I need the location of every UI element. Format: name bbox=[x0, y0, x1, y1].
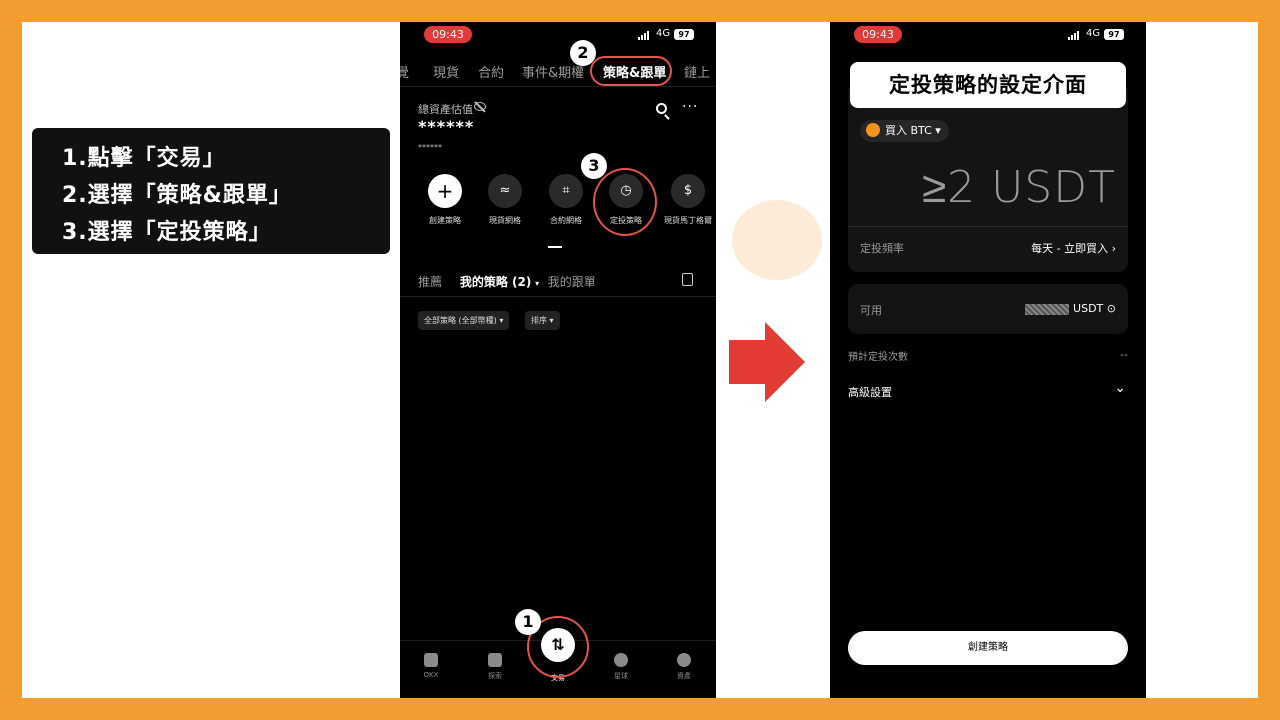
tab-discover[interactable]: 覺 bbox=[400, 62, 409, 81]
subtab-divider bbox=[400, 296, 716, 297]
chevron-down-icon: ▾ bbox=[535, 279, 542, 288]
status-bar: 09:43 4G 97 bbox=[830, 26, 1146, 46]
tab-onchain[interactable]: 鏈上 bbox=[684, 62, 710, 81]
futures-grid-icon: ⌗ bbox=[549, 174, 583, 208]
nav-explore[interactable]: 探索 bbox=[475, 653, 515, 681]
network-type: 4G bbox=[656, 28, 671, 39]
strategy-subtabs: 推薦 我的策略 (2) ▾ 我的跟單 bbox=[418, 273, 596, 290]
frequency-value: 每天 - 立即買入 bbox=[1031, 242, 1109, 255]
nav-label: 探索 bbox=[488, 672, 502, 680]
create-strategy-button[interactable]: 創建策略 bbox=[848, 631, 1128, 665]
highlight-ring-strategy-tab bbox=[590, 56, 672, 86]
tab-divider bbox=[400, 86, 716, 87]
tab-spot[interactable]: 現貨 bbox=[433, 62, 459, 81]
instruction-step-1: 1.點擊「交易」 bbox=[62, 146, 226, 171]
status-time: 09:43 bbox=[424, 26, 472, 43]
action-label: 創建策略 bbox=[429, 216, 461, 225]
battery-icon: 97 bbox=[1104, 29, 1124, 40]
frequency-label: 定投頻率 bbox=[860, 242, 904, 255]
action-spot-martingale[interactable]: $ 現貨馬丁格爾 bbox=[656, 174, 716, 226]
action-label: 現貨馬丁格爾 bbox=[664, 216, 712, 225]
advanced-settings-label[interactable]: 高級設置 bbox=[848, 384, 892, 400]
network-type: 4G bbox=[1086, 28, 1101, 39]
amount-input[interactable]: ≥2 USDT bbox=[922, 162, 1116, 213]
nav-okx[interactable]: OKX bbox=[411, 653, 451, 679]
step-badge-2: 2 bbox=[570, 40, 596, 66]
instruction-box: 1.點擊「交易」 2.選擇「策略&跟單」 3.選擇「定投策略」 bbox=[32, 128, 390, 254]
subtab-recommend[interactable]: 推薦 bbox=[418, 275, 442, 289]
search-icon[interactable] bbox=[656, 103, 667, 114]
available-value: USDT ⊙ bbox=[1025, 302, 1116, 315]
okx-icon bbox=[424, 653, 438, 667]
arrow-head bbox=[765, 322, 805, 402]
step-badge-1: 1 bbox=[515, 609, 541, 635]
nav-label: 資產 bbox=[677, 672, 691, 680]
total-assets-label: 總資產估值 bbox=[418, 103, 473, 116]
eye-off-icon[interactable] bbox=[474, 102, 486, 111]
tab-futures[interactable]: 合約 bbox=[478, 62, 504, 81]
nav-planet[interactable]: 星球 bbox=[601, 653, 641, 681]
planet-icon bbox=[614, 653, 628, 667]
assets-sub-value: ****** bbox=[418, 143, 442, 152]
signal-icon bbox=[1068, 31, 1082, 40]
nav-label: 星球 bbox=[614, 672, 628, 680]
chevron-down-icon[interactable]: ⌄ bbox=[1114, 380, 1126, 396]
phone-dca-setup-screen: 09:43 4G 97 買入 BTC ▾ ≥2 USDT 定投頻率 每天 - 立… bbox=[830, 22, 1146, 698]
chip-label: 全部策略 (全部幣種) bbox=[424, 316, 497, 325]
nav-label: OKX bbox=[423, 671, 439, 679]
info-icon[interactable]: ⊙ bbox=[1107, 302, 1116, 315]
pie-chart-icon bbox=[677, 653, 691, 667]
page-title-callout: 定投策略的設定介面 bbox=[850, 62, 1126, 108]
action-futures-grid[interactable]: ⌗ 合約網格 bbox=[534, 174, 598, 226]
action-label: 合約網格 bbox=[550, 216, 582, 225]
page-indicator bbox=[548, 246, 562, 248]
plus-icon: + bbox=[428, 174, 462, 208]
compass-icon bbox=[488, 653, 502, 667]
amount-card: 買入 BTC ▾ ≥2 USDT 定投頻率 每天 - 立即買入 › bbox=[848, 82, 1128, 272]
buy-coin-selector[interactable]: 買入 BTC ▾ bbox=[860, 120, 949, 142]
estimated-count-label: 預計定投次數 bbox=[848, 352, 908, 363]
tab-events-options[interactable]: 事件&期權 bbox=[522, 62, 584, 81]
watermark-logo bbox=[732, 200, 822, 280]
btc-icon bbox=[866, 123, 880, 137]
battery-icon: 97 bbox=[674, 29, 694, 40]
frequency-selector[interactable]: 每天 - 立即買入 › bbox=[1031, 240, 1116, 256]
card-divider bbox=[848, 226, 1128, 227]
action-create-strategy[interactable]: + 創建策略 bbox=[413, 174, 477, 226]
filter-all-strategies[interactable]: 全部策略 (全部幣種) ▾ bbox=[418, 311, 510, 330]
instruction-step-2: 2.選擇「策略&跟單」 bbox=[62, 183, 292, 208]
history-icon[interactable] bbox=[682, 273, 693, 286]
instruction-step-3: 3.選擇「定投策略」 bbox=[62, 220, 272, 245]
signal-icon bbox=[638, 31, 652, 40]
filter-sort[interactable]: 排序 ▾ bbox=[525, 311, 560, 330]
highlight-ring-dca bbox=[593, 168, 657, 236]
available-label: 可用 bbox=[860, 304, 882, 317]
phone-trade-screen: 09:43 4G 97 覺 現貨 合約 事件&期權 策略&跟單 鏈上 2 總資產… bbox=[400, 22, 716, 698]
available-unit: USDT bbox=[1073, 302, 1104, 315]
chip-label: 排序 bbox=[531, 316, 547, 325]
arrow-right-icon bbox=[729, 340, 765, 384]
action-spot-grid[interactable]: ≈ 現貨網格 bbox=[473, 174, 537, 226]
more-icon[interactable]: ··· bbox=[682, 99, 698, 115]
subtab-my-copy[interactable]: 我的跟單 bbox=[548, 275, 596, 289]
nav-assets[interactable]: 資產 bbox=[664, 653, 704, 681]
step-badge-3: 3 bbox=[581, 153, 607, 179]
estimated-count-value: -- bbox=[1120, 348, 1128, 361]
dollar-cycle-icon: $ bbox=[671, 174, 705, 208]
grid-chart-icon: ≈ bbox=[488, 174, 522, 208]
chevron-right-icon: › bbox=[1111, 242, 1116, 255]
status-time: 09:43 bbox=[854, 26, 902, 43]
available-card: 可用 USDT ⊙ bbox=[848, 284, 1128, 334]
total-assets-value: ****** bbox=[418, 117, 475, 136]
action-label: 現貨網格 bbox=[489, 216, 521, 225]
status-bar: 09:43 4G 97 bbox=[400, 26, 716, 46]
masked-balance bbox=[1025, 303, 1070, 315]
subtab-my-strategies[interactable]: 我的策略 (2) bbox=[460, 275, 532, 289]
buy-label: 買入 BTC bbox=[885, 124, 932, 137]
